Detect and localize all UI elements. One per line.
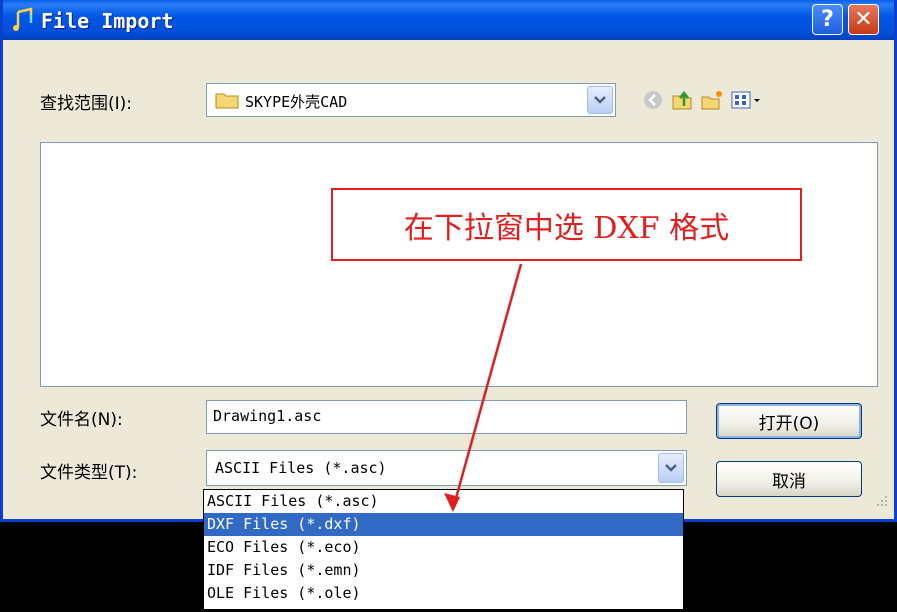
filename-label: 文件名(N): <box>40 410 123 430</box>
cancel-button[interactable]: 取消 <box>716 461 862 497</box>
lookin-value: SKYPE外壳CAD <box>245 93 348 111</box>
filetype-option-dxf[interactable]: DXF Files (*.dxf) <box>204 513 683 536</box>
lookin-combo[interactable]: SKYPE外壳CAD <box>206 83 616 117</box>
filename-input[interactable]: Drawing1.asc <box>206 400 687 434</box>
close-button[interactable]: ✕ <box>848 4 879 35</box>
window-title: File Import <box>41 9 174 33</box>
file-import-dialog: File Import ? ✕ 查找范围(I): SKYPE外壳CAD 文件名(… <box>0 0 897 522</box>
filetype-combo[interactable]: ASCII Files (*.asc) <box>206 450 687 486</box>
help-button[interactable]: ? <box>812 4 843 35</box>
open-button[interactable]: 打开(O) <box>716 403 862 439</box>
chevron-down-icon <box>594 96 606 104</box>
filetype-dropdown-list[interactable]: ASCII Files (*.asc) DXF Files (*.dxf) EC… <box>203 489 684 610</box>
filetype-option-eco[interactable]: ECO Files (*.eco) <box>204 536 683 559</box>
filetype-option-ole[interactable]: OLE Files (*.ole) <box>204 582 683 605</box>
lookin-label: 查找范围(I): <box>40 94 133 114</box>
filetype-option-emn[interactable]: IDF Files (*.emn) <box>204 559 683 582</box>
up-folder-icon[interactable] <box>670 88 694 112</box>
folder-icon <box>215 93 239 109</box>
new-folder-icon[interactable] <box>700 88 724 112</box>
filetype-label: 文件类型(T): <box>40 463 138 483</box>
file-list[interactable] <box>40 142 878 387</box>
resize-grip-icon[interactable] <box>871 492 889 510</box>
chevron-down-icon <box>665 464 677 472</box>
app-icon <box>13 7 33 31</box>
filetype-option-asc[interactable]: ASCII Files (*.asc) <box>204 490 683 513</box>
title-bar[interactable]: File Import ? ✕ <box>3 0 894 40</box>
back-icon[interactable] <box>641 88 665 112</box>
annotation-callout: 在下拉窗中选 DXF 格式 <box>331 188 802 261</box>
view-menu-icon[interactable] <box>730 88 764 112</box>
lookin-dropdown-button[interactable] <box>587 86 613 114</box>
filetype-dropdown-button[interactable] <box>658 453 684 483</box>
filetype-value: ASCII Files (*.asc) <box>215 459 387 477</box>
